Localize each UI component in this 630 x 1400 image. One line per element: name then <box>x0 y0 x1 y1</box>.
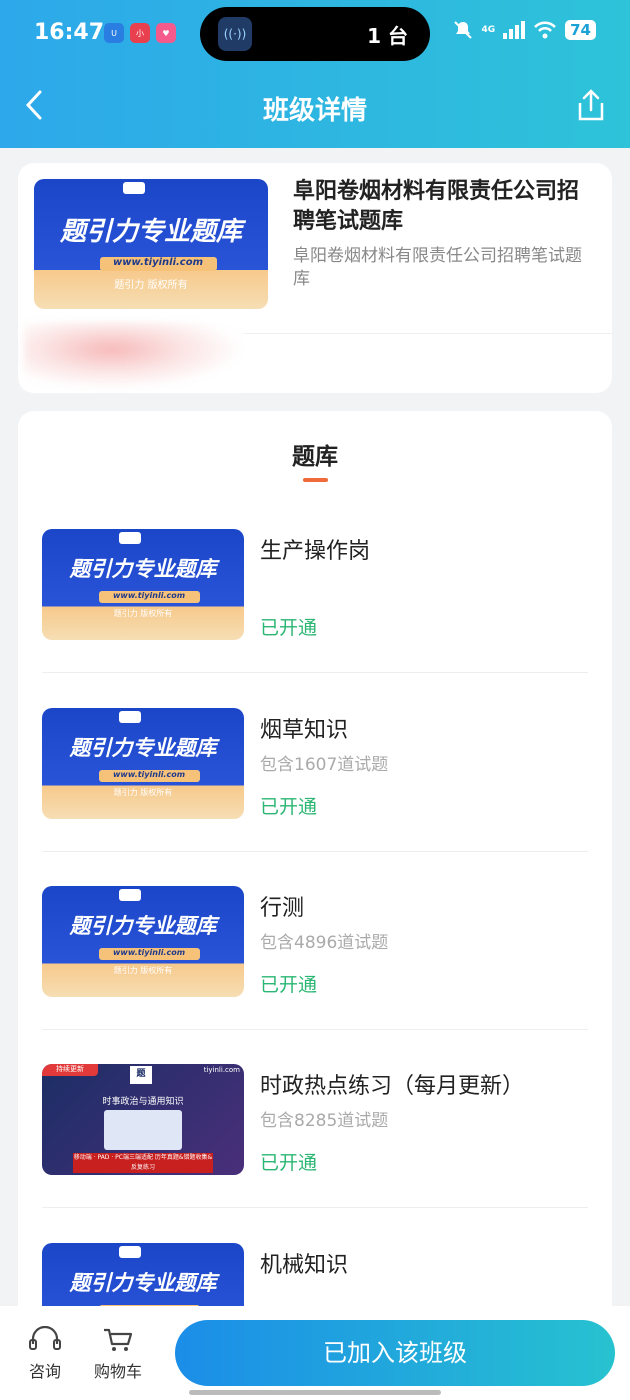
divider <box>42 1029 588 1030</box>
banner-copyright: 题引力 版权所有 <box>114 280 188 291</box>
app-notification-icon: ♥ <box>156 23 176 43</box>
battery-indicator: 74 <box>565 20 596 40</box>
bank-item-count: 包含1607道试题 <box>260 755 389 775</box>
brand-logo <box>118 711 141 723</box>
consult-tab[interactable]: 咨询 <box>15 1326 75 1382</box>
banner-footer: 移动端 · PAD · PC端三端适配 历年真题&错题收集&反复练习 <box>73 1153 213 1173</box>
redacted-area <box>24 323 244 389</box>
home-indicator[interactable] <box>189 1390 441 1395</box>
bank-item-banner: 题引力专业题库 www.tiyinli.com 题引力 版权所有 <box>42 529 244 640</box>
cart-label: 购物车 <box>93 1362 142 1381</box>
bank-item-count: 包含8285道试题 <box>260 1111 389 1131</box>
banner-url: www.tiyinli.com <box>98 948 200 960</box>
section-title: 题库 <box>292 444 338 470</box>
class-title: 阜阳卷烟材料有限责任公司招聘笔试题库 <box>293 179 580 234</box>
banner-copyright: 题引力 版权所有 <box>113 966 173 975</box>
divider <box>42 1207 588 1208</box>
bank-item-name: 生产操作岗 <box>260 539 371 564</box>
update-tag: 持续更新 <box>42 1064 98 1076</box>
joined-class-button[interactable]: 已加入该班级 <box>175 1320 615 1386</box>
bank-item-name: 烟草知识 <box>260 718 349 743</box>
signal-icon <box>503 21 526 39</box>
banner-url: www.tiyinli.com <box>99 257 217 271</box>
consult-label: 咨询 <box>28 1362 61 1381</box>
notification-icons: U 小 ♥ <box>104 23 176 43</box>
share-icon[interactable] <box>576 88 606 122</box>
class-banner-image: 题引力专业题库 www.tiyinli.com 题引力 版权所有 <box>34 179 268 309</box>
bank-item-banner: 题引力专业题库 www.tiyinli.com 题引力 版权所有 <box>42 886 244 997</box>
banner-headline: 题引力专业题库 <box>59 217 242 247</box>
headset-icon <box>29 1326 61 1350</box>
brand-logo: 题 <box>130 1066 152 1084</box>
status-right: 4G 74 <box>453 20 596 40</box>
status-bar: 16:47 U 小 ♥ ((·)) 1 台 4G 74 <box>0 0 630 66</box>
banner-copyright: 题引力 版权所有 <box>113 788 173 797</box>
app-notification-icon: 小 <box>130 23 150 43</box>
status-time: 16:47 <box>34 20 105 45</box>
divider <box>42 851 588 852</box>
banner-title: 时事政治与通用知识 <box>102 1097 184 1107</box>
banner-headline: 题引力专业题库 <box>69 914 217 938</box>
bank-item-production[interactable]: 题引力专业题库 www.tiyinli.com 题引力 版权所有 生产操作岗 已… <box>42 529 588 708</box>
bank-item-banner: 持续更新 题 tiyinli.com 时事政治与通用知识 移动端 · PAD ·… <box>42 1064 244 1175</box>
bank-item-name: 时政热点练习（每月更新） <box>260 1074 525 1099</box>
bank-item-status: 已开通 <box>260 1152 318 1174</box>
bank-item-count: 包含4896道试题 <box>260 933 389 953</box>
brand-logo <box>118 1246 141 1258</box>
wifi-icon <box>534 21 557 39</box>
question-bank-card: 题库 题引力专业题库 www.tiyinli.com 题引力 版权所有 生产操作… <box>18 411 612 1400</box>
bottom-bar: 咨询 购物车 已加入该班级 <box>0 1306 630 1400</box>
brand-logo <box>118 889 141 901</box>
nfc-icon: ((·)) <box>218 17 252 51</box>
header: 16:47 U 小 ♥ ((·)) 1 台 4G 74 班级详情 <box>0 0 630 148</box>
banner-headline: 题引力专业题库 <box>69 557 217 581</box>
banner-site: tiyinli.com <box>203 1066 240 1074</box>
app-notification-icon: U <box>104 23 124 43</box>
cart-icon <box>104 1328 133 1351</box>
divider <box>42 672 588 673</box>
bank-item-status: 已开通 <box>260 974 318 996</box>
bank-item-status: 已开通 <box>260 796 318 818</box>
cart-tab[interactable]: 购物车 <box>88 1326 148 1382</box>
bank-item-current-affairs[interactable]: 持续更新 题 tiyinli.com 时事政治与通用知识 移动端 · PAD ·… <box>42 1064 588 1243</box>
bank-item-tobacco[interactable]: 题引力专业题库 www.tiyinli.com 题引力 版权所有 烟草知识 包含… <box>42 708 588 887</box>
mute-bell-icon <box>454 21 473 39</box>
banner-url: www.tiyinli.com <box>98 770 200 782</box>
class-info-card: 题引力专业题库 www.tiyinli.com 题引力 版权所有 阜阳卷烟材料有… <box>18 163 612 393</box>
network-label: 4G <box>481 25 496 35</box>
brand-logo <box>118 532 141 544</box>
bank-item-name: 机械知识 <box>260 1253 349 1278</box>
class-subtitle: 阜阳卷烟材料有限责任公司招聘笔试题库 <box>293 246 582 289</box>
island-count: 1 台 <box>367 24 408 48</box>
banner-headline: 题引力专业题库 <box>69 736 217 760</box>
nav-bar: 班级详情 <box>0 72 630 142</box>
dynamic-island[interactable]: ((·)) 1 台 <box>200 7 430 61</box>
bank-item-status: 已开通 <box>260 617 318 639</box>
page-title: 班级详情 <box>262 96 367 126</box>
bank-item-aptitude[interactable]: 题引力专业题库 www.tiyinli.com 题引力 版权所有 行测 包含48… <box>42 886 588 1065</box>
section-underline <box>303 478 328 482</box>
devices-illustration <box>104 1110 182 1150</box>
banner-headline: 题引力专业题库 <box>69 1271 217 1295</box>
bank-item-banner: 题引力专业题库 www.tiyinli.com 题引力 版权所有 <box>42 708 244 819</box>
banner-copyright: 题引力 版权所有 <box>113 609 173 618</box>
banner-url: www.tiyinli.com <box>98 591 200 603</box>
brand-logo <box>122 182 145 194</box>
bank-item-name: 行测 <box>260 896 305 921</box>
